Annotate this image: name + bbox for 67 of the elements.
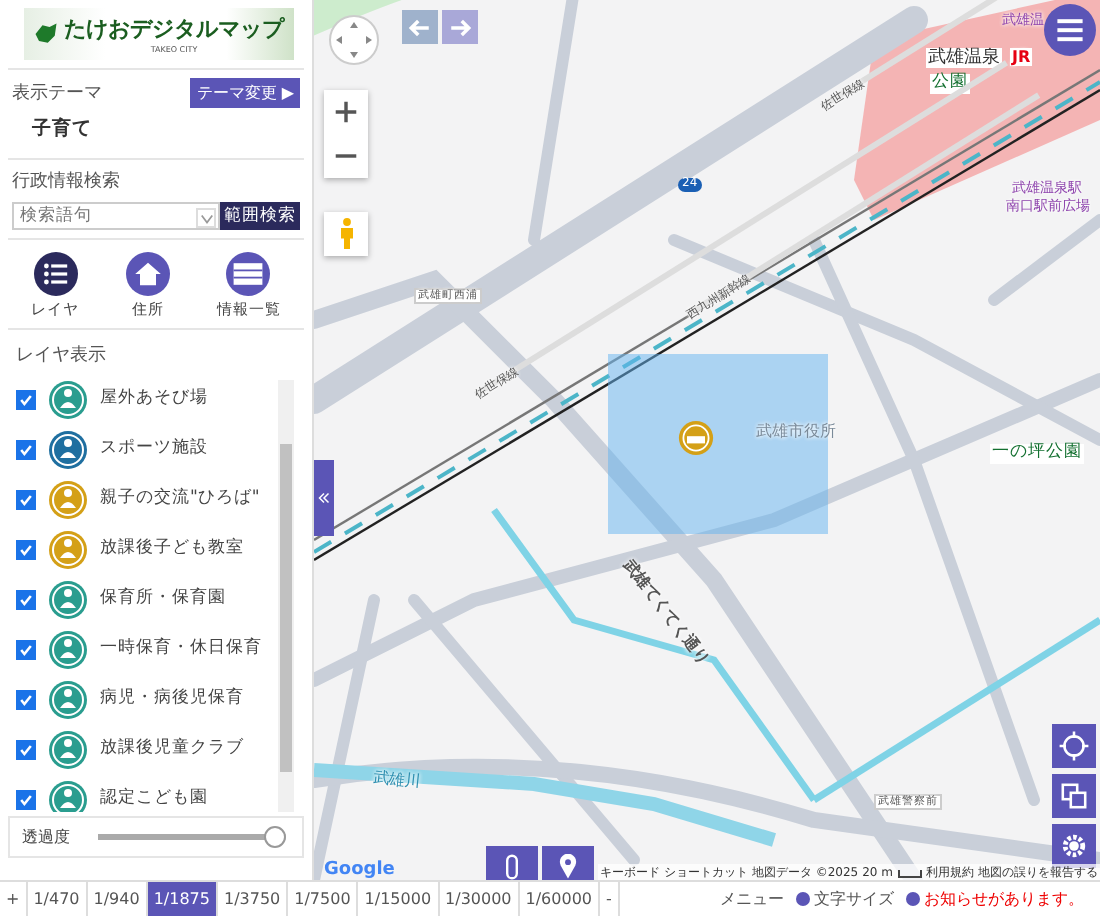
layer-checkbox[interactable] xyxy=(16,790,36,810)
logo-title: たけおデジタルマップ xyxy=(64,14,284,44)
map-pin-icon xyxy=(558,853,578,879)
search-field[interactable]: 検索語句 xyxy=(12,202,220,230)
zoom-in-button[interactable] xyxy=(324,90,368,134)
layers-button[interactable] xyxy=(1052,774,1096,818)
map-label: 武雄てくてく通り xyxy=(619,556,713,669)
theme-change-button[interactable]: テーマ変更 ▶ xyxy=(190,78,300,108)
layer-label: 親子の交流"ひろば" xyxy=(100,488,262,512)
theme-label: 表示テーマ xyxy=(12,81,102,106)
scrollbar[interactable] xyxy=(278,380,294,812)
locate-button[interactable] xyxy=(1052,724,1096,768)
layer-label: スポーツ施設 xyxy=(100,438,210,462)
capsule-button[interactable] xyxy=(486,846,538,880)
overlapping-squares-icon xyxy=(1058,780,1090,812)
google-logo: Google xyxy=(324,860,395,880)
map-label: 一の坪公園 xyxy=(990,444,1084,464)
layer-label: 放課後子ども教室 xyxy=(100,538,246,562)
scale-bar xyxy=(897,869,922,877)
layer-label: 病児・病後児保育 xyxy=(100,688,246,712)
notice-link[interactable]: お知らせがあります。 xyxy=(924,888,1084,910)
dropdown-icon[interactable] xyxy=(196,208,216,228)
layer-checkbox[interactable] xyxy=(16,540,36,560)
capsule-icon xyxy=(504,853,520,879)
layer-label: 屋外あそび場 xyxy=(100,388,210,412)
settings-button[interactable] xyxy=(1052,824,1096,868)
map-leaf-icon xyxy=(32,20,60,48)
map-label: 公園 xyxy=(930,74,970,94)
home-icon xyxy=(131,258,164,290)
layer-label: 認定こども園 xyxy=(100,788,210,812)
zoom-out-button[interactable] xyxy=(324,134,368,178)
layer-checkbox[interactable] xyxy=(16,590,36,610)
layer-label: 一時保育・休日保育 xyxy=(100,638,264,662)
menu-link[interactable]: メニュー xyxy=(720,888,784,910)
map-label: 武雄温泉 xyxy=(926,48,1002,69)
crosshair-icon xyxy=(1058,730,1090,762)
font-size-link[interactable]: 文字サイズ xyxy=(814,888,894,910)
layer-checkbox[interactable] xyxy=(16,490,36,510)
pin-button[interactable] xyxy=(542,846,594,880)
range-search-button[interactable]: 範囲検索 xyxy=(220,202,300,230)
list-icon xyxy=(39,258,72,290)
scale-option[interactable]: 1/1875 xyxy=(147,882,218,916)
settings-icon xyxy=(1058,830,1090,862)
scale-option[interactable]: - xyxy=(600,882,620,916)
opacity-label: 透過度 xyxy=(22,826,70,848)
layer-checkbox[interactable] xyxy=(16,640,36,660)
layers-title: レイヤ表示 xyxy=(16,343,108,368)
facility-marker-icon[interactable] xyxy=(678,420,714,456)
layer-checkbox[interactable] xyxy=(16,440,36,460)
pegman-icon xyxy=(337,216,355,252)
double-chevron-icon xyxy=(318,492,330,504)
notice-icon xyxy=(906,892,920,906)
compass-control[interactable] xyxy=(328,14,380,66)
font-size-icon xyxy=(796,892,810,906)
map-label: 武雄川 xyxy=(372,768,422,792)
map-label: 武雄市役所 xyxy=(756,422,836,441)
search-label: 行政情報検索 xyxy=(12,169,122,194)
layer-label: 保育所・保育園 xyxy=(100,588,228,612)
layer-label: 放課後児童クラブ xyxy=(100,738,246,762)
layer-checkbox[interactable] xyxy=(16,690,36,710)
layer-checkbox[interactable] xyxy=(16,390,36,410)
slider-thumb[interactable] xyxy=(264,826,286,848)
layer-checkbox[interactable] xyxy=(16,740,36,760)
panel-collapse-tab[interactable] xyxy=(314,460,334,536)
plus-icon xyxy=(334,100,358,124)
theme-value: 子育て xyxy=(30,116,94,142)
opacity-slider[interactable] xyxy=(98,826,286,848)
